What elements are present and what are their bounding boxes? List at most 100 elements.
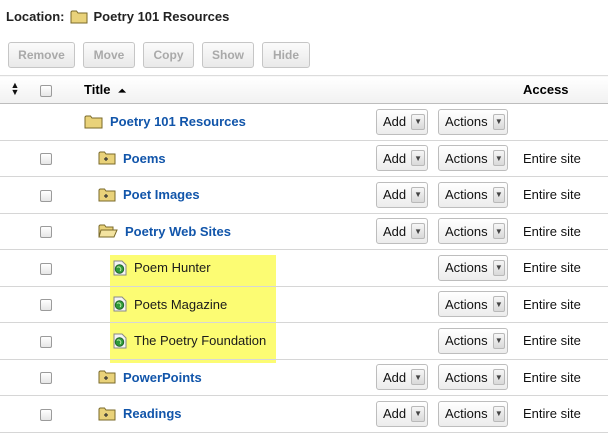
add-dropdown-label: Add (383, 150, 407, 166)
row-title-link[interactable]: Poetry Web Sites (125, 224, 231, 239)
row-checkbox[interactable] (40, 335, 52, 348)
add-dropdown[interactable]: Add ▼ (376, 145, 428, 172)
access-value (520, 114, 523, 129)
weblink-icon (113, 296, 127, 312)
row-check-cell (40, 286, 72, 323)
row-title-cell: PowerPoints (72, 359, 376, 396)
dropdown-arrow-icon: ▼ (492, 186, 505, 203)
folder-plus-icon[interactable] (98, 370, 116, 384)
access-value: Entire site (523, 296, 581, 312)
dropdown-arrow-icon: ▼ (492, 405, 505, 422)
sort-column-header[interactable]: ▲ ▼ (0, 75, 40, 104)
row-title-link[interactable]: PowerPoints (123, 370, 202, 385)
actions-dropdown[interactable]: Actions ▼ (438, 108, 508, 135)
add-dropdown[interactable]: Add ▼ (376, 108, 428, 135)
row-actions-cell: Actions ▼ (438, 140, 520, 177)
title-column-header[interactable]: Title ⏶ (72, 75, 376, 104)
row-add-cell: Add ▼ (376, 395, 438, 433)
table-row: Poems Add ▼ Actions ▼ Entire site (0, 140, 608, 177)
move-button[interactable]: Move (83, 42, 135, 68)
row-sort-cell (0, 140, 40, 177)
row-title-link[interactable]: The Poetry Foundation (134, 333, 266, 348)
row-actions-cell: Actions ▼ (438, 286, 520, 323)
row-sort-cell (0, 286, 40, 323)
row-add-cell (376, 322, 438, 360)
folder-open-icon[interactable] (98, 224, 118, 238)
actions-dropdown[interactable]: Actions ▼ (438, 364, 508, 391)
row-access-cell (520, 103, 608, 141)
row-sort-cell (0, 322, 40, 360)
row-title-cell: Poetry Web Sites (72, 213, 376, 250)
select-all-checkbox[interactable] (40, 84, 52, 97)
row-actions-cell: Actions ▼ (438, 249, 520, 287)
row-checkbox[interactable] (40, 262, 52, 275)
table-header-row: ▲ ▼ Title ⏶ Access (0, 75, 608, 104)
hide-button[interactable]: Hide (262, 42, 310, 68)
row-checkbox[interactable] (40, 153, 52, 166)
actions-dropdown[interactable]: Actions ▼ (438, 400, 508, 427)
copy-button[interactable]: Copy (143, 42, 194, 68)
weblink-icon (113, 260, 127, 276)
add-dropdown-label: Add (383, 369, 407, 385)
row-access-cell: Entire site (520, 249, 608, 287)
row-title-link[interactable]: Poem Hunter (134, 260, 211, 275)
actions-dropdown[interactable]: Actions ▼ (438, 181, 508, 208)
show-button[interactable]: Show (202, 42, 254, 68)
row-checkbox[interactable] (40, 408, 52, 421)
row-check-cell (40, 359, 72, 396)
row-check-cell (40, 249, 72, 287)
row-check-cell (40, 395, 72, 433)
sort-up-down-icon[interactable]: ▲ ▼ (10, 80, 20, 96)
row-checkbox[interactable] (40, 189, 52, 202)
row-sort-cell (0, 176, 40, 214)
actions-dropdown[interactable]: Actions ▼ (438, 254, 508, 281)
select-all-header (40, 75, 72, 104)
add-dropdown[interactable]: Add ▼ (376, 181, 428, 208)
actions-dropdown[interactable]: Actions ▼ (438, 145, 508, 172)
row-access-cell: Entire site (520, 359, 608, 396)
row-checkbox[interactable] (40, 372, 52, 385)
row-sort-cell (0, 249, 40, 287)
folder-plus-icon[interactable] (98, 407, 116, 421)
table-row: Poem Hunter Actions ▼ Entire site (0, 249, 608, 287)
row-add-cell (376, 249, 438, 287)
actions-dropdown[interactable]: Actions ▼ (438, 218, 508, 245)
actions-dropdown-label: Actions (445, 114, 488, 130)
table-row: Poet Images Add ▼ Actions ▼ Entire site (0, 176, 608, 214)
row-actions-cell: Actions ▼ (438, 213, 520, 250)
access-value: Entire site (523, 223, 581, 239)
remove-button[interactable]: Remove (8, 42, 75, 68)
row-actions-cell: Actions ▼ (438, 103, 520, 141)
sort-ascending-icon[interactable]: ⏶ (118, 86, 126, 97)
row-title-link[interactable]: Poems (123, 151, 166, 166)
row-checkbox[interactable] (40, 226, 52, 239)
dropdown-arrow-icon: ▼ (411, 405, 425, 422)
folder-plus-icon[interactable] (98, 151, 116, 165)
dropdown-arrow-icon: ▼ (492, 150, 505, 167)
row-title-cell: Poet Images (72, 176, 376, 214)
actions-dropdown[interactable]: Actions ▼ (438, 327, 508, 354)
table-row: Poetry 101 Resources Add ▼ Actions ▼ (0, 103, 608, 141)
row-checkbox[interactable] (40, 299, 52, 312)
row-actions-cell: Actions ▼ (438, 395, 520, 433)
dropdown-arrow-icon: ▼ (411, 186, 425, 203)
folder-plus-icon[interactable] (98, 188, 116, 202)
folder-icon (70, 9, 88, 24)
row-title-link[interactable]: Poets Magazine (134, 297, 227, 312)
add-dropdown[interactable]: Add ▼ (376, 364, 428, 391)
weblink-icon (113, 333, 127, 349)
row-title-link[interactable]: Poetry 101 Resources (110, 114, 246, 129)
add-dropdown[interactable]: Add ▼ (376, 400, 428, 427)
add-dropdown[interactable]: Add ▼ (376, 218, 428, 245)
row-add-cell: Add ▼ (376, 140, 438, 177)
actions-dropdown-label: Actions (445, 296, 488, 312)
table-row: Readings Add ▼ Actions ▼ Entire site (0, 395, 608, 433)
row-sort-cell (0, 395, 40, 433)
actions-dropdown[interactable]: Actions ▼ (438, 291, 508, 318)
title-header-label: Title (84, 82, 111, 97)
row-title-cell: Readings (72, 395, 376, 433)
row-title-link[interactable]: Readings (123, 406, 182, 421)
table-row: Poets Magazine Actions ▼ Entire site (0, 286, 608, 323)
row-title-link[interactable]: Poet Images (123, 187, 200, 202)
dropdown-arrow-icon: ▼ (411, 150, 425, 167)
